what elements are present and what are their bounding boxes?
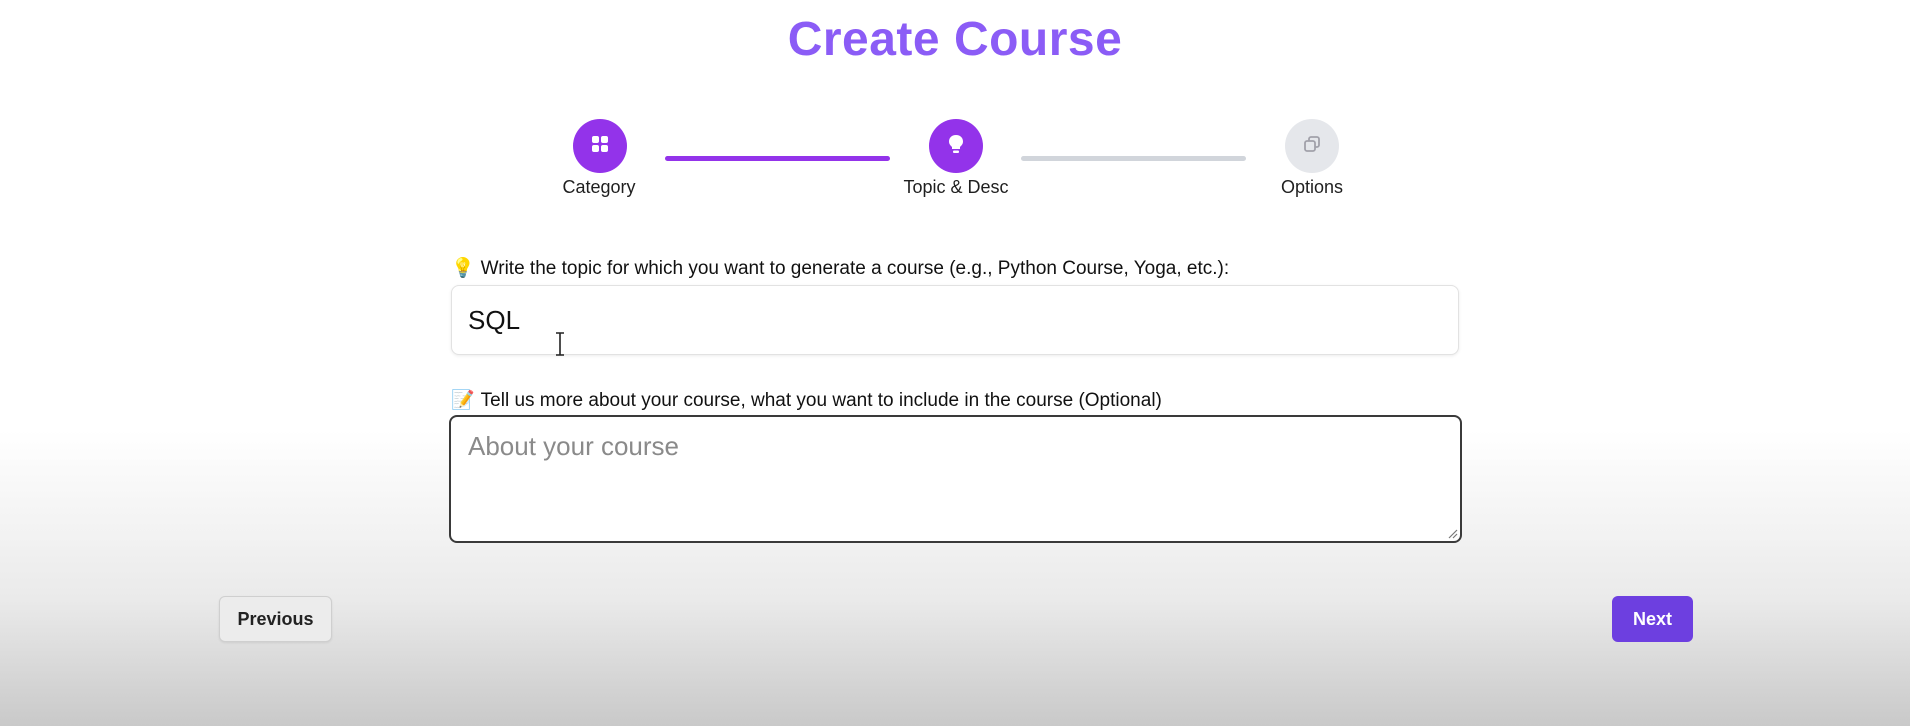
next-button[interactable]: Next [1612, 596, 1693, 642]
previous-button[interactable]: Previous [219, 596, 332, 642]
step-category[interactable] [573, 119, 627, 173]
lightbulb-emoji-icon: 💡 [451, 258, 475, 279]
step-connector-1 [665, 156, 890, 161]
text-cursor-icon [556, 332, 564, 356]
step-topic-desc[interactable] [929, 119, 983, 173]
step-label-options: Options [1280, 177, 1344, 197]
step-connector-2 [1021, 156, 1246, 161]
description-label: 📝 Tell us more about your course, what yo… [451, 388, 1162, 412]
copy-icon [1303, 135, 1321, 158]
step-options[interactable] [1285, 119, 1339, 173]
description-label-text: Tell us more about your course, what you… [480, 390, 1162, 411]
step-label-category: Category [562, 177, 636, 197]
grid-icon [590, 134, 610, 159]
page-title: Create Course [787, 13, 1123, 66]
topic-label: 💡 Write the topic for which you want to g… [451, 256, 1229, 280]
topic-label-text: Write the topic for which you want to ge… [480, 258, 1230, 279]
step-label-topic-desc: Topic & Desc [903, 177, 1009, 197]
description-textarea[interactable] [449, 415, 1462, 543]
resize-grip-icon[interactable] [1446, 527, 1458, 539]
topic-input[interactable] [451, 285, 1459, 355]
memo-emoji-icon: 📝 [451, 390, 475, 411]
lightbulb-icon [946, 133, 966, 160]
